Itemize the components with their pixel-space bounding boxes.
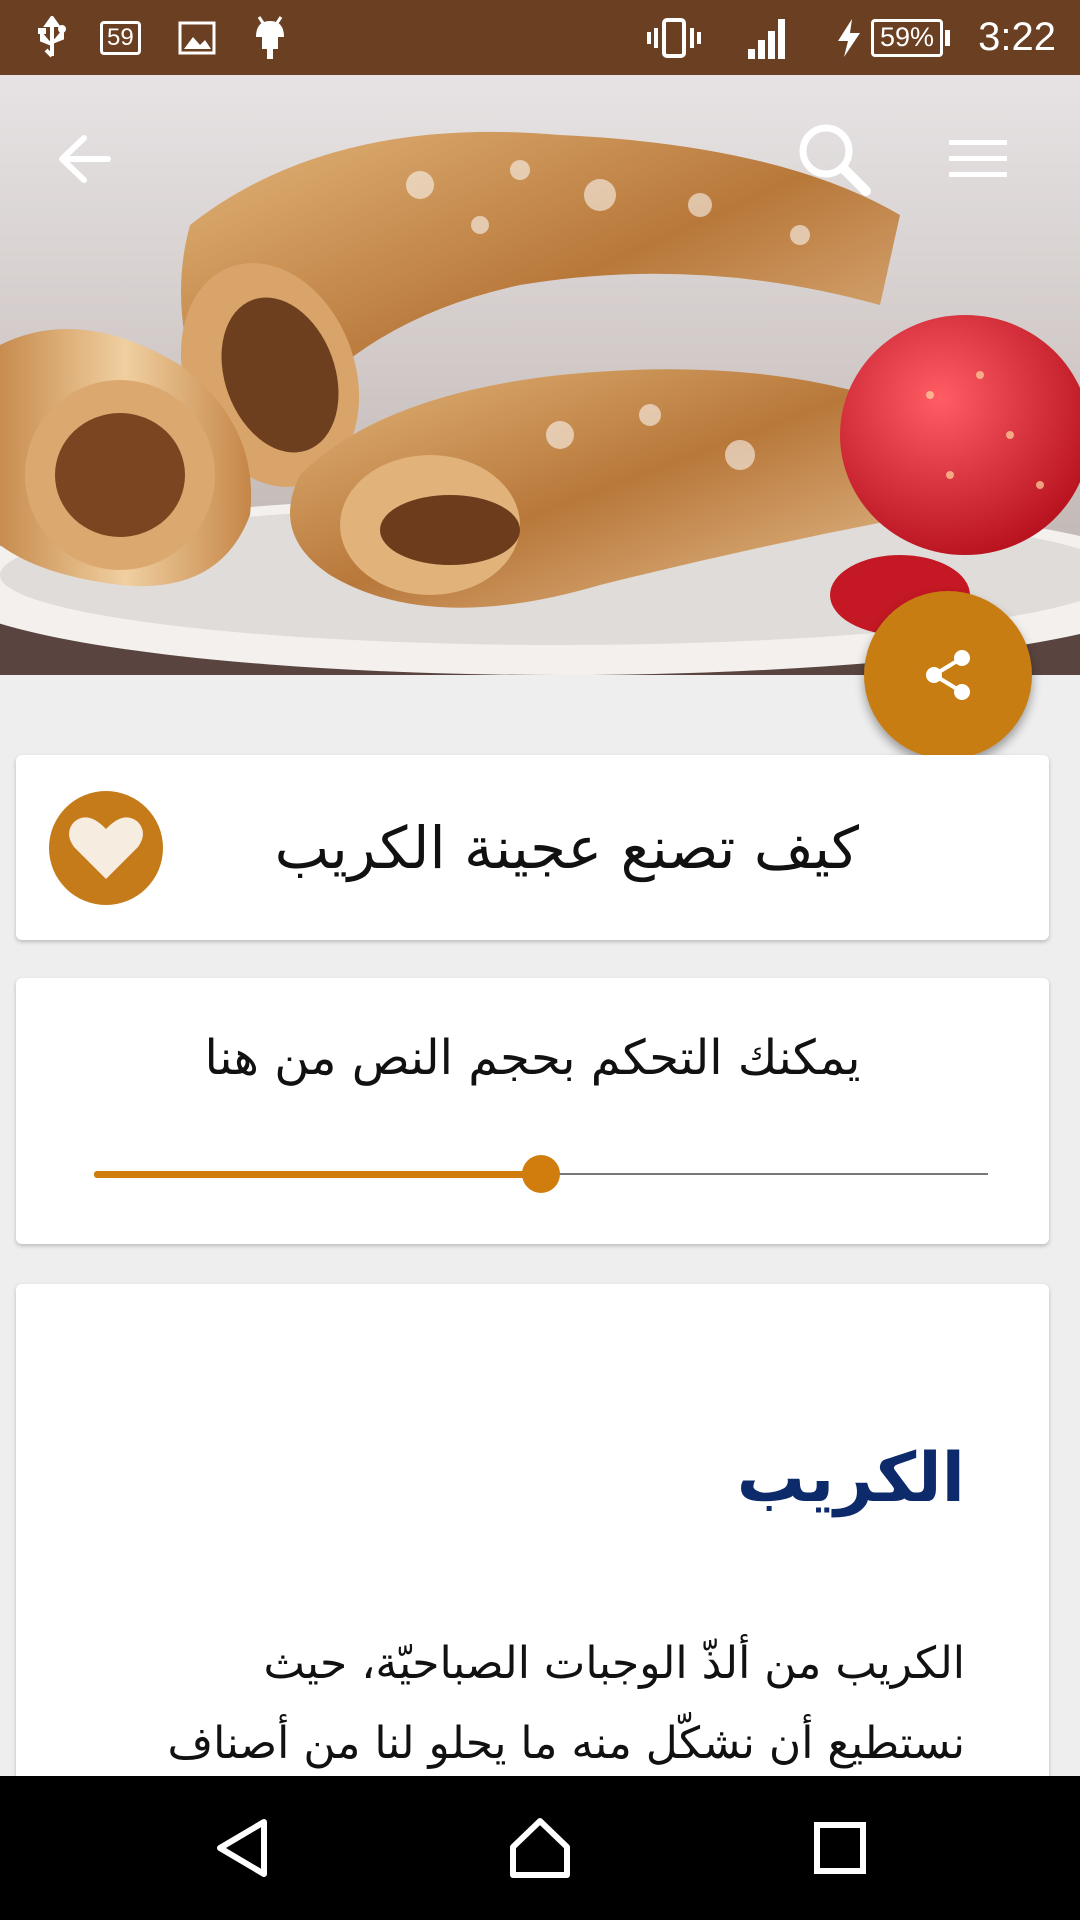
- usb-icon: [34, 0, 70, 75]
- nav-recents-button[interactable]: [790, 1798, 890, 1898]
- content-heading: الكريب: [736, 1439, 965, 1518]
- text-size-label: يمكنك التحكم بحجم النص من هنا: [204, 1030, 861, 1086]
- content-body: الكريب من ألذّ الوجبات الصباحيّة، حيث نس…: [167, 1638, 966, 1769]
- battery-level: 59%: [870, 18, 943, 57]
- heart-icon: [69, 817, 143, 879]
- back-triangle-icon: [217, 1819, 267, 1877]
- status-time: 3:22: [978, 15, 1056, 59]
- back-button[interactable]: [34, 109, 134, 209]
- search-button[interactable]: [784, 109, 884, 209]
- home-icon: [510, 1818, 570, 1878]
- menu-icon: [949, 140, 1007, 177]
- crepes-photo: [0, 75, 1080, 675]
- signal-icon: [746, 0, 792, 75]
- menu-button[interactable]: [928, 109, 1028, 209]
- image-icon: [178, 0, 216, 75]
- recipe-title-card: كيف تصنع عجينة الكريب: [16, 755, 1049, 940]
- status-bar: 59 59% 3:22: [0, 0, 1080, 75]
- battery-icon: 59%: [870, 0, 950, 75]
- slider-thumb[interactable]: [522, 1155, 560, 1193]
- notification-badge: 59: [100, 20, 141, 55]
- search-icon: [799, 124, 871, 196]
- share-icon: [926, 650, 970, 700]
- text-size-card: يمكنك التحكم بحجم النص من هنا: [16, 978, 1049, 1244]
- back-arrow-icon: [59, 135, 111, 183]
- notification-59-icon: 59: [100, 0, 141, 75]
- navigation-bar: [0, 1776, 1080, 1920]
- text-size-slider[interactable]: [94, 1155, 988, 1193]
- favorite-button[interactable]: [49, 791, 163, 905]
- hero-image: [0, 75, 1080, 675]
- vibrate-icon: [646, 0, 702, 75]
- charging-icon: [834, 0, 864, 75]
- recipe-title: كيف تصنع عجينة الكريب: [274, 813, 859, 882]
- recents-icon: [814, 1822, 866, 1874]
- nav-home-button[interactable]: [490, 1798, 590, 1898]
- share-button[interactable]: [864, 591, 1032, 759]
- nav-back-button[interactable]: [192, 1798, 292, 1898]
- android-icon: [250, 0, 290, 75]
- slider-fill: [94, 1171, 541, 1178]
